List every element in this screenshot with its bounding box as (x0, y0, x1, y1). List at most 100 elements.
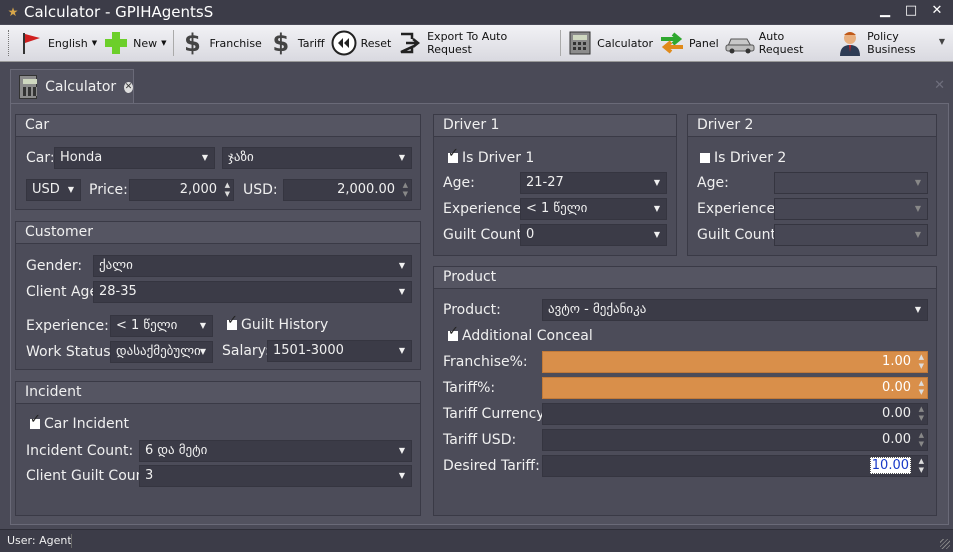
client-age-label: Client Age: (26, 284, 103, 300)
driver2-group: Driver 2 Is Driver 2 Age: ▼ Experience: … (687, 114, 937, 256)
driver1-experience-label: Experience: (443, 201, 526, 217)
desired-tariff-label: Desired Tariff: (443, 458, 540, 474)
tariff-button[interactable]: $ Tariff (265, 27, 328, 59)
driver2-experience-select[interactable]: ▼ (774, 198, 928, 220)
panel-button[interactable]: Panel (656, 27, 722, 59)
checkbox-icon (30, 412, 41, 429)
driver1-experience-select[interactable]: < 1 წელი ▼ (520, 198, 667, 220)
tab-calculator[interactable]: Calculator ✕ (10, 69, 134, 104)
panel-close-icon[interactable]: ✕ (934, 78, 945, 93)
dollar-icon: $ (184, 29, 201, 57)
tab-close-icon[interactable]: ✕ (124, 81, 133, 93)
driver2-age-label: Age: (697, 175, 729, 191)
client-guilt-count-select[interactable]: 3 ▼ (139, 465, 412, 487)
work-status-select[interactable]: დასაქმებული ▼ (110, 341, 213, 363)
close-button[interactable]: ✕ (929, 3, 945, 19)
salary-select[interactable]: 1501-3000 ▼ (267, 340, 412, 362)
incident-count-select[interactable]: 6 და მეტი ▼ (139, 440, 412, 462)
franchise-percent-label: Franchise%: (443, 354, 528, 370)
tariff-currency-input[interactable]: 0.00 ▲ ▼ (542, 403, 928, 425)
experience-select[interactable]: < 1 წელი ▼ (110, 315, 213, 337)
driver2-experience-label: Experience: (697, 201, 780, 217)
is-driver1-checkbox[interactable]: Is Driver 1 (448, 146, 534, 169)
franchise-percent-input[interactable]: 1.00 ▲ ▼ (542, 351, 928, 373)
group-title: Incident (16, 382, 420, 404)
client-age-select[interactable]: 28-35 ▼ (93, 281, 412, 303)
reset-button[interactable]: Reset (328, 27, 395, 59)
businessman-icon (837, 30, 863, 56)
driver2-age-select[interactable]: ▼ (774, 172, 928, 194)
tariff-percent-label: Tariff%: (443, 380, 496, 396)
client-guilt-count-label: Client Guilt Count: (26, 468, 155, 484)
car-label: Car: (26, 150, 55, 166)
tariff-currency-label: Tariff Currency: (443, 406, 549, 422)
title-bar: ★ Calculator - GPIHAgentsS ▁ □ ✕ (0, 0, 953, 24)
car-make-select[interactable]: Honda ▼ (54, 147, 215, 169)
toolbar-grip[interactable] (8, 30, 11, 56)
window-controls: ▁ □ ✕ (877, 3, 945, 19)
status-separator (71, 534, 72, 548)
auto-request-button[interactable]: Auto Request (722, 27, 835, 59)
gender-select[interactable]: ქალი ▼ (93, 255, 412, 277)
policy-business-button[interactable]: Policy Business (834, 27, 953, 59)
additional-conceal-checkbox[interactable]: Additional Conceal (448, 324, 593, 347)
is-driver2-checkbox[interactable]: Is Driver 2 (700, 147, 786, 169)
currency-select[interactable]: USD ▼ (26, 179, 81, 201)
tariff-percent-input[interactable]: 0.00 ▲ ▼ (542, 377, 928, 399)
maximize-button[interactable]: □ (903, 3, 919, 19)
product-select[interactable]: ავტო - მექანიკა ▼ (542, 299, 928, 321)
gender-label: Gender: (26, 258, 83, 274)
price-label: Price: (89, 182, 128, 198)
group-title: Driver 2 (688, 115, 936, 137)
rewind-icon (331, 30, 357, 56)
experience-label: Experience: (26, 318, 109, 334)
car-incident-checkbox[interactable]: Car Incident (30, 412, 129, 435)
toolbar-separator (172, 30, 174, 56)
driver2-guilt-select[interactable]: ▼ (774, 224, 928, 246)
price-input[interactable]: 2,000 ▲ ▼ (129, 179, 234, 201)
franchise-button[interactable]: $ Franchise (176, 27, 264, 59)
driver1-age-select[interactable]: 21-27 ▼ (520, 172, 667, 194)
resize-grip-icon[interactable] (940, 539, 950, 549)
checkbox-icon (227, 313, 238, 330)
usd-label: USD: (243, 182, 278, 198)
group-title: Customer (16, 222, 420, 244)
work-status-label: Work Status: (26, 344, 116, 360)
status-user: User: Agent (7, 534, 72, 547)
incident-count-label: Incident Count: (26, 443, 134, 459)
group-title: Product (434, 267, 936, 289)
tariff-usd-label: Tariff USD: (443, 432, 517, 448)
export-button[interactable]: Export To Auto Request (394, 27, 557, 59)
document-tab-strip: Calculator ✕ (0, 62, 953, 104)
new-button[interactable]: New ▼ (100, 27, 169, 59)
checkbox-icon (448, 324, 459, 341)
dollar-icon: $ (272, 29, 290, 57)
tariff-usd-input[interactable]: 0.00 ▲ ▼ (542, 429, 928, 451)
window-title: Calculator - GPIHAgentsS (24, 3, 214, 21)
status-bar: User: Agent (0, 529, 953, 552)
product-group: Product Product: ავტო - მექანიკა▼ Additi… (433, 266, 937, 516)
export-icon (397, 30, 423, 56)
english-button[interactable]: English ▼ (15, 27, 100, 59)
driver1-age-label: Age: (443, 175, 475, 191)
car-model-select[interactable]: ჯაზი ▼ (222, 147, 412, 169)
checkbox-icon (700, 153, 710, 163)
flag-icon (18, 30, 44, 56)
usd-input[interactable]: 2,000.00 ▲ ▼ (283, 179, 412, 201)
calculator-button[interactable]: Calculator (564, 27, 656, 59)
incident-group: Incident Car Incident Incident Count: 6 … (15, 381, 421, 516)
guilt-history-checkbox[interactable]: Guilt History (227, 313, 328, 336)
car-icon (725, 30, 755, 56)
driver1-group: Driver 1 Is Driver 1 Age: 21-27▼ Experie… (433, 114, 677, 256)
toolbar-overflow-icon[interactable]: ▼ (939, 37, 945, 46)
checkbox-icon (448, 146, 459, 163)
desired-tariff-input[interactable]: 10.00 ▲ ▼ (542, 455, 928, 477)
customer-group: Customer Gender: ქალი ▼ Client Age: 28-35… (15, 221, 421, 370)
calculator-icon (567, 30, 593, 56)
minimize-button[interactable]: ▁ (877, 3, 893, 19)
driver1-guilt-select[interactable]: 0 ▼ (520, 224, 667, 246)
main-toolbar: English ▼ New ▼ $ Franchise $ Tariff Reset… (0, 25, 953, 62)
calculator-panel: Car Car: Honda ▼ ჯაზი ▼ USD ▼ Price: 2,000 ▲… (10, 103, 949, 525)
driver1-guilt-label: Guilt Count: (443, 227, 527, 243)
group-title: Car (16, 115, 420, 137)
